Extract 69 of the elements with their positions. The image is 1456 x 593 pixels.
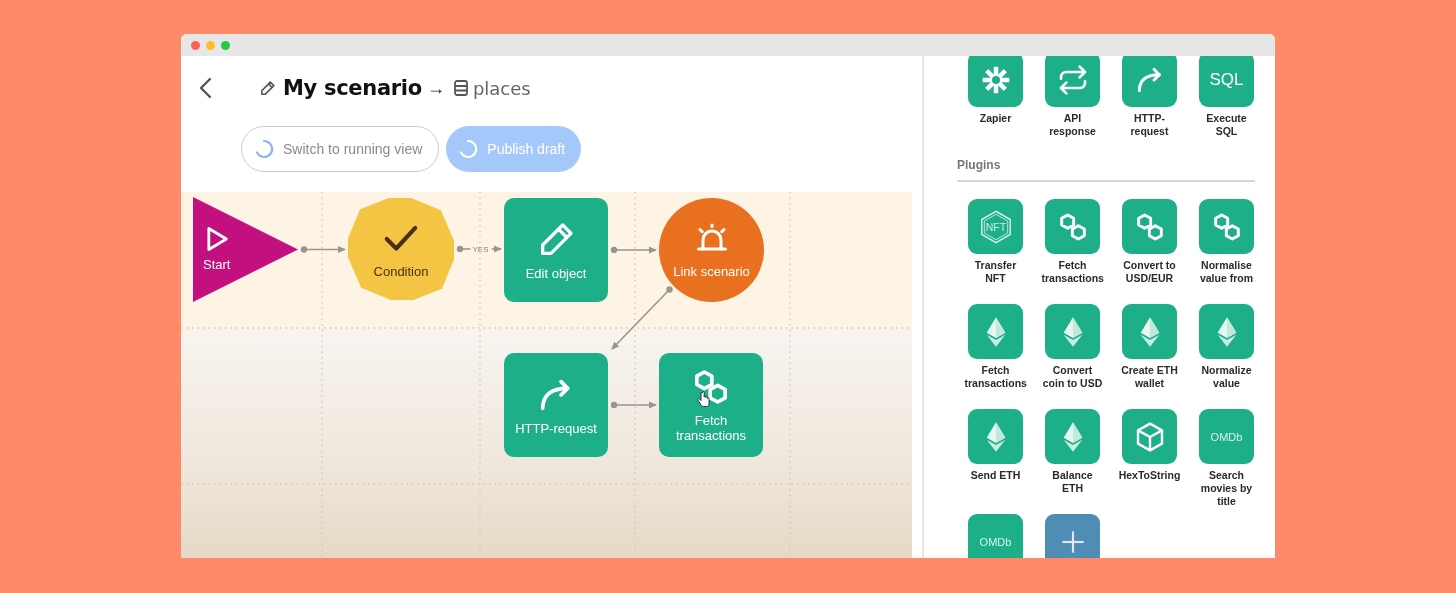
palette-tile[interactable]	[968, 409, 1023, 464]
octagon-node[interactable]	[348, 198, 454, 300]
zoom-dot[interactable]	[221, 40, 230, 50]
palette-tile[interactable]	[1122, 304, 1177, 359]
connector-arrow	[300, 246, 346, 253]
action-node[interactable]: Edit object	[504, 198, 608, 302]
tile-label: HexToString	[1118, 469, 1181, 482]
palette-tile[interactable]	[968, 56, 1023, 107]
tile-label: Convert coin to USD	[1041, 364, 1104, 390]
palette-tile[interactable]: OMDb	[1199, 409, 1254, 464]
triangle-node[interactable]	[193, 197, 298, 302]
tile-label: Normalise value from	[1198, 259, 1255, 285]
tile-label: Send ETH	[969, 469, 1022, 482]
tile-label: Fetch transactions	[1041, 259, 1104, 285]
tile-label: Convert to USD/EUR	[1122, 259, 1177, 285]
loading-spinner-icon	[458, 139, 479, 159]
tile-label: HTTP-request	[1129, 112, 1170, 138]
palette-tile[interactable]	[1045, 56, 1100, 107]
node-label: HTTP-request	[515, 420, 597, 436]
tile-label: Execute SQL	[1205, 112, 1248, 138]
node-label: Condition	[373, 263, 429, 279]
back-icon[interactable]	[198, 77, 212, 99]
palette-tile[interactable]: OMDb	[968, 514, 1023, 558]
loading-spinner-icon	[254, 139, 274, 159]
palette-tile[interactable]	[1045, 199, 1100, 254]
tile-label: Normalize value	[1200, 364, 1253, 390]
publish-button[interactable]: Publish draft	[446, 126, 582, 172]
palette-tile[interactable]	[1122, 56, 1177, 107]
pencil-icon[interactable]	[259, 79, 276, 97]
node-label: Link scenario	[673, 263, 750, 279]
palette-tile[interactable]	[1122, 199, 1177, 254]
logo-text: SQL	[1209, 69, 1244, 90]
arrow-glyph: →	[426, 77, 445, 99]
tile-label: Search movies by title	[1199, 469, 1254, 508]
tile-label: API response	[1048, 112, 1097, 138]
action-node[interactable]: HTTP-request	[504, 353, 608, 457]
tile-label: Transfer NFT	[973, 259, 1018, 285]
palette-tile[interactable]	[1122, 409, 1177, 464]
connector-arrow	[610, 401, 657, 409]
palette-tile[interactable]	[1045, 514, 1100, 558]
palette-tile[interactable]	[968, 304, 1023, 359]
palette-tile[interactable]	[1199, 199, 1254, 254]
connector-arrow	[611, 286, 673, 350]
tile-label: Zapier	[978, 112, 1013, 125]
tile-label: Fetch transactions	[964, 364, 1027, 390]
edge-label: YES	[472, 245, 489, 254]
section-heading: Plugins	[957, 158, 1002, 172]
scenario-title: My scenario	[283, 76, 422, 100]
node-label: Start	[203, 257, 231, 272]
action-node[interactable]: Fetch transactions	[659, 353, 763, 457]
minimize-dot[interactable]	[206, 40, 215, 50]
table-name: places	[472, 77, 531, 99]
hand-cursor-icon	[697, 391, 710, 407]
node-label: Edit object	[525, 265, 587, 281]
connector-arrow	[456, 245, 502, 253]
close-dot[interactable]	[191, 40, 200, 50]
palette-tile[interactable]	[1045, 304, 1100, 359]
logo-text: OMDb	[979, 535, 1012, 548]
palette-tile[interactable]	[1199, 304, 1254, 359]
view-switch-button[interactable]: Switch to running view	[241, 126, 440, 172]
node-label: Fetch transactions	[674, 413, 748, 443]
tile-label: Balance ETH	[1051, 469, 1094, 495]
palette-tile[interactable]	[1045, 409, 1100, 464]
logo-text: OMDb	[1210, 430, 1243, 443]
palette-tile[interactable]: SQL	[1199, 56, 1254, 107]
palette-tile[interactable]: NFT	[968, 199, 1023, 254]
table-icon	[453, 80, 468, 96]
tile-label: Create ETH wallet	[1120, 364, 1179, 390]
connector-arrow	[610, 246, 657, 254]
